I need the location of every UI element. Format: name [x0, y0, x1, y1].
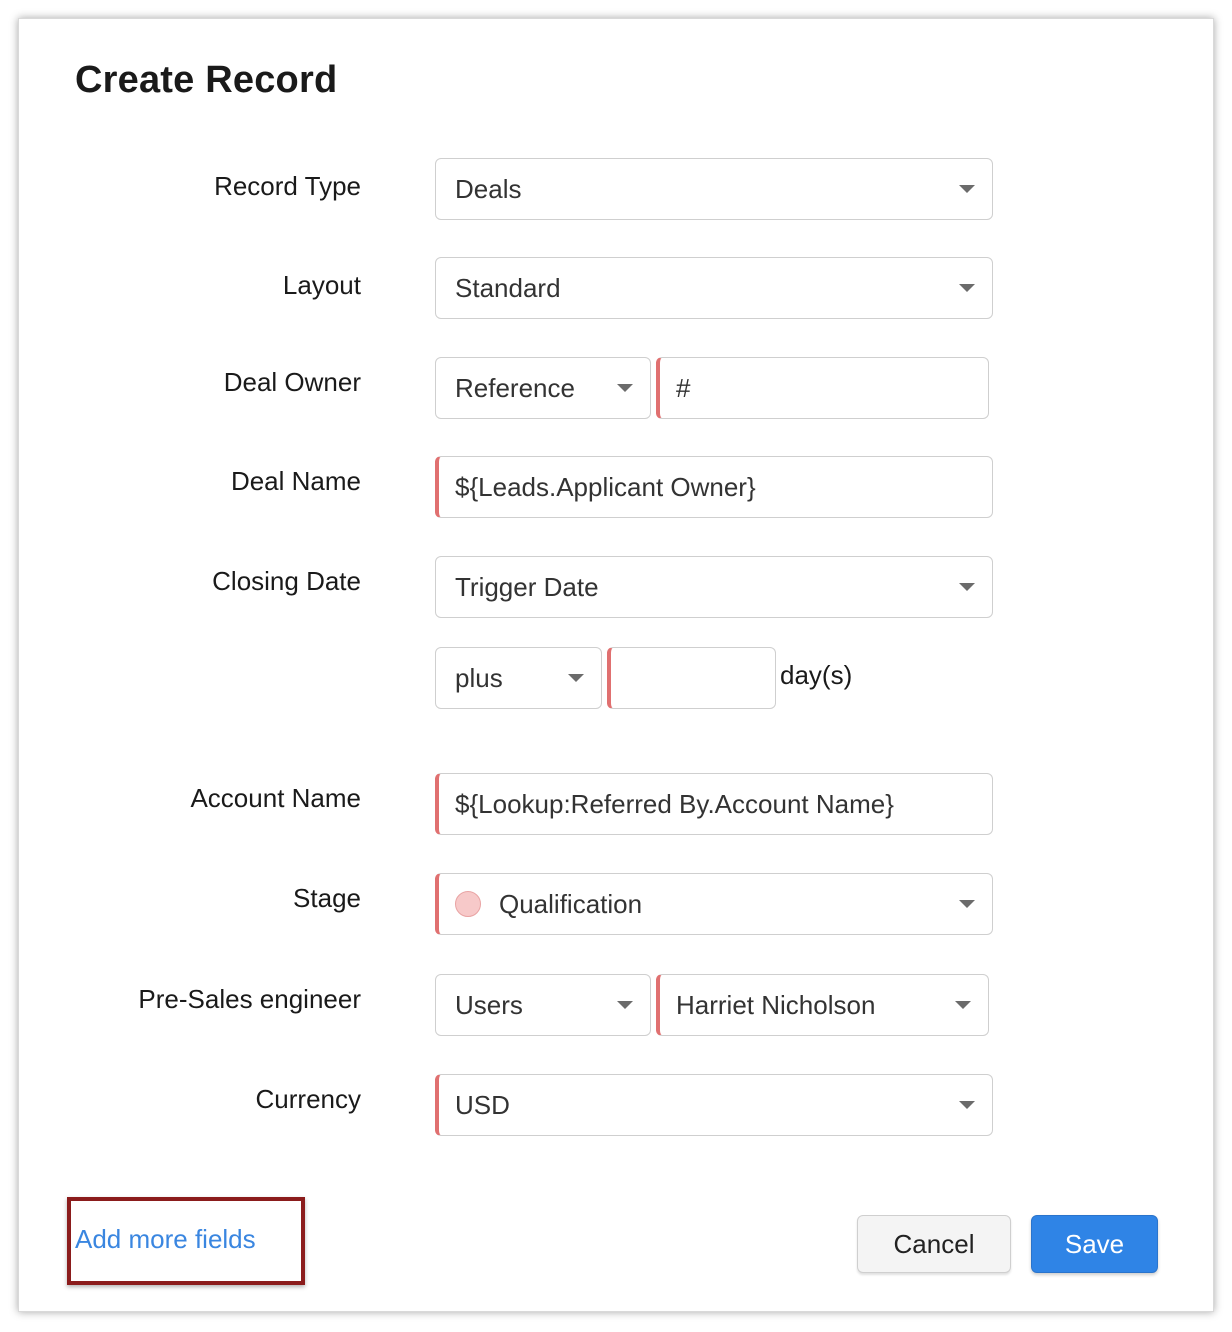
deal-name-value: ${Leads.Applicant Owner} — [455, 471, 756, 502]
currency-value: USD — [455, 1089, 510, 1120]
layout-select[interactable]: Standard — [435, 257, 993, 319]
account-name-input[interactable]: ${Lookup:Referred By.Account Name} — [435, 773, 993, 835]
closing-date-offset-op-value: plus — [455, 662, 503, 693]
chevron-down-icon — [617, 384, 633, 392]
deal-owner-type-value: Reference — [455, 372, 575, 403]
pre-sales-type-value: Users — [455, 989, 523, 1020]
stage-value: Qualification — [499, 888, 643, 919]
account-name-label: Account Name — [190, 783, 361, 813]
chevron-down-icon — [959, 185, 975, 193]
chevron-down-icon — [959, 583, 975, 591]
add-more-fields-link[interactable]: Add more fields — [75, 1224, 256, 1255]
chevron-down-icon — [959, 1101, 975, 1109]
pre-sales-type-select[interactable]: Users — [435, 974, 651, 1036]
pre-sales-user-value: Harriet Nicholson — [676, 989, 876, 1020]
offset-unit-label: day(s) — [780, 660, 853, 690]
layout-label: Layout — [282, 270, 361, 300]
record-type-label: Record Type — [214, 171, 361, 201]
chevron-down-icon — [955, 1001, 971, 1009]
closing-date-label: Closing Date — [212, 566, 361, 596]
record-type-select[interactable]: Deals — [435, 158, 993, 220]
cancel-button[interactable]: Cancel — [857, 1215, 1011, 1273]
create-record-dialog: Create Record Record Type Deals Layout S… — [18, 18, 1214, 1312]
save-button[interactable]: Save — [1031, 1215, 1158, 1273]
deal-owner-label: Deal Owner — [223, 367, 361, 397]
closing-date-offset-input[interactable] — [607, 647, 776, 709]
deal-owner-value: # — [676, 372, 691, 403]
chevron-down-icon — [568, 674, 584, 682]
chevron-down-icon — [959, 900, 975, 908]
deal-owner-input[interactable]: # — [656, 357, 989, 419]
account-name-value: ${Lookup:Referred By.Account Name} — [455, 788, 894, 819]
chevron-down-icon — [617, 1001, 633, 1009]
layout-value: Standard — [455, 272, 561, 303]
stage-label: Stage — [293, 883, 361, 913]
deal-name-label: Deal Name — [230, 466, 361, 496]
currency-select[interactable]: USD — [435, 1074, 993, 1136]
closing-date-value: Trigger Date — [455, 571, 599, 602]
dialog-title: Create Record — [75, 59, 338, 101]
closing-date-select[interactable]: Trigger Date — [435, 556, 993, 618]
deal-owner-type-select[interactable]: Reference — [435, 357, 651, 419]
record-type-value: Deals — [455, 173, 522, 204]
chevron-down-icon — [959, 284, 975, 292]
pre-sales-user-select[interactable]: Harriet Nicholson — [656, 974, 989, 1036]
stage-color-dot — [455, 891, 481, 917]
closing-date-offset-op-select[interactable]: plus — [435, 647, 602, 709]
pre-sales-label: Pre-Sales engineer — [138, 984, 361, 1014]
currency-label: Currency — [255, 1084, 361, 1114]
stage-select[interactable]: Qualification — [435, 873, 993, 935]
deal-name-input[interactable]: ${Leads.Applicant Owner} — [435, 456, 993, 518]
